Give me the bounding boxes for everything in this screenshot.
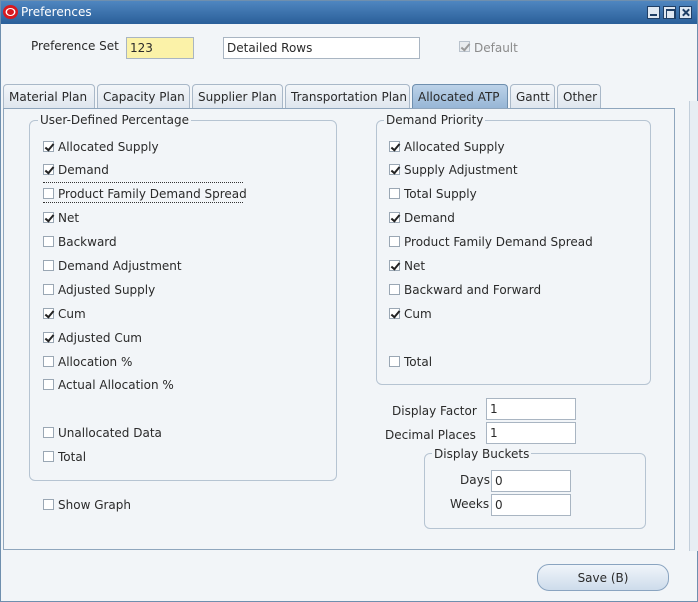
weeks-label: Weeks: [450, 497, 490, 511]
ud-actual-allocation-pct-label: Actual Allocation %: [58, 378, 174, 392]
display-factor-input[interactable]: [486, 398, 576, 420]
tab-capacity-plan[interactable]: Capacity Plan: [97, 84, 190, 108]
dp-supply-adjustment-checkbox[interactable]: [389, 164, 400, 175]
show-graph-checkbox[interactable]: [43, 499, 54, 510]
ud-allocated-supply-label: Allocated Supply: [58, 140, 159, 154]
ud-product-family-demand-spread-label: Product Family Demand Spread: [58, 187, 247, 201]
default-label: Default: [474, 41, 518, 55]
dp-net-label: Net: [404, 259, 426, 273]
ud-demand-adjustment-label: Demand Adjustment: [58, 259, 182, 273]
dp-total-label: Total: [404, 355, 433, 369]
dp-allocated-supply-checkbox[interactable]: [389, 141, 400, 152]
dp-supply-adjustment-label: Supply Adjustment: [404, 163, 518, 177]
days-label: Days: [460, 473, 490, 487]
ud-adjusted-cum-label: Adjusted Cum: [58, 331, 142, 345]
dp-backward-and-forward-label: Backward and Forward: [404, 283, 542, 297]
ud-allocated-supply-checkbox[interactable]: [43, 141, 54, 152]
save-button[interactable]: Save (B): [537, 564, 669, 591]
default-checkbox: [459, 41, 470, 52]
dp-total-supply-checkbox[interactable]: [389, 188, 400, 199]
dp-allocated-supply-label: Allocated Supply: [404, 140, 505, 154]
ud-adjusted-cum-checkbox[interactable]: [43, 332, 54, 343]
tab-other[interactable]: Other: [557, 84, 601, 108]
display-factor-label: Display Factor: [392, 404, 477, 418]
ud-product-family-demand-spread-checkbox[interactable]: [43, 188, 54, 199]
tab-allocated-atp[interactable]: Allocated ATP: [412, 84, 508, 108]
ud-total-label: Total: [58, 450, 87, 464]
dp-product-family-demand-spread-checkbox[interactable]: [389, 236, 400, 247]
ud-actual-allocation-pct-checkbox[interactable]: [43, 379, 54, 390]
dp-total-supply-label: Total Supply: [404, 187, 477, 201]
demand-priority-title: Demand Priority: [384, 113, 486, 127]
decimal-places-input[interactable]: [486, 422, 576, 444]
tab-material-plan[interactable]: Material Plan: [3, 84, 95, 108]
dp-backward-and-forward-checkbox[interactable]: [389, 284, 400, 295]
ud-adjusted-supply-label: Adjusted Supply: [58, 283, 156, 297]
close-icon[interactable]: [679, 6, 692, 19]
ud-total-checkbox[interactable]: [43, 451, 54, 462]
days-input[interactable]: [491, 470, 571, 492]
dp-total-checkbox[interactable]: [389, 356, 400, 367]
ud-demand-adjustment-checkbox[interactable]: [43, 260, 54, 271]
tab-gantt[interactable]: Gantt: [510, 84, 555, 108]
preference-set-label: Preference Set: [31, 39, 119, 53]
tab-supplier-plan[interactable]: Supplier Plan: [192, 84, 283, 108]
ud-allocation-pct-label: Allocation %: [58, 355, 133, 369]
ud-net-label: Net: [58, 211, 80, 225]
user-defined-percentage-title: User-Defined Percentage: [38, 113, 192, 127]
preferences-window: Preferences Preference Set Default Mater…: [0, 0, 698, 602]
window-title: Preferences: [21, 5, 92, 19]
minimize-icon[interactable]: [647, 6, 660, 19]
ud-backward-checkbox[interactable]: [43, 236, 54, 247]
title-bar: Preferences: [1, 1, 697, 24]
ud-unallocated-data-checkbox[interactable]: [43, 427, 54, 438]
dp-demand-label: Demand: [404, 211, 455, 225]
ud-cum-label: Cum: [58, 307, 86, 321]
demand-priority-group: [376, 120, 651, 385]
dp-product-family-demand-spread-label: Product Family Demand Spread: [404, 235, 593, 249]
maximize-icon[interactable]: [663, 6, 676, 19]
dp-demand-checkbox[interactable]: [389, 212, 400, 223]
dp-net-checkbox[interactable]: [389, 260, 400, 271]
ud-adjusted-supply-checkbox[interactable]: [43, 284, 54, 295]
tab-transportation-plan[interactable]: Transportation Plan: [285, 84, 410, 108]
show-graph-label: Show Graph: [58, 498, 132, 512]
oracle-logo-icon: [3, 5, 18, 19]
weeks-input[interactable]: [491, 494, 571, 516]
ud-allocation-pct-checkbox[interactable]: [43, 356, 54, 367]
ud-backward-label: Backward: [58, 235, 117, 249]
ud-net-checkbox[interactable]: [43, 212, 54, 223]
ud-demand-checkbox[interactable]: [43, 164, 54, 175]
preference-set-input[interactable]: [126, 37, 194, 59]
description-input[interactable]: [223, 37, 420, 59]
decimal-places-label: Decimal Places: [385, 428, 476, 442]
ud-demand-label: Demand: [58, 163, 109, 177]
ud-unallocated-data-label: Unallocated Data: [58, 426, 162, 440]
dp-cum-checkbox[interactable]: [389, 308, 400, 319]
dp-cum-label: Cum: [404, 307, 432, 321]
ud-cum-checkbox[interactable]: [43, 308, 54, 319]
vertical-scrollbar[interactable]: [689, 101, 698, 551]
display-buckets-title: Display Buckets: [432, 447, 532, 461]
